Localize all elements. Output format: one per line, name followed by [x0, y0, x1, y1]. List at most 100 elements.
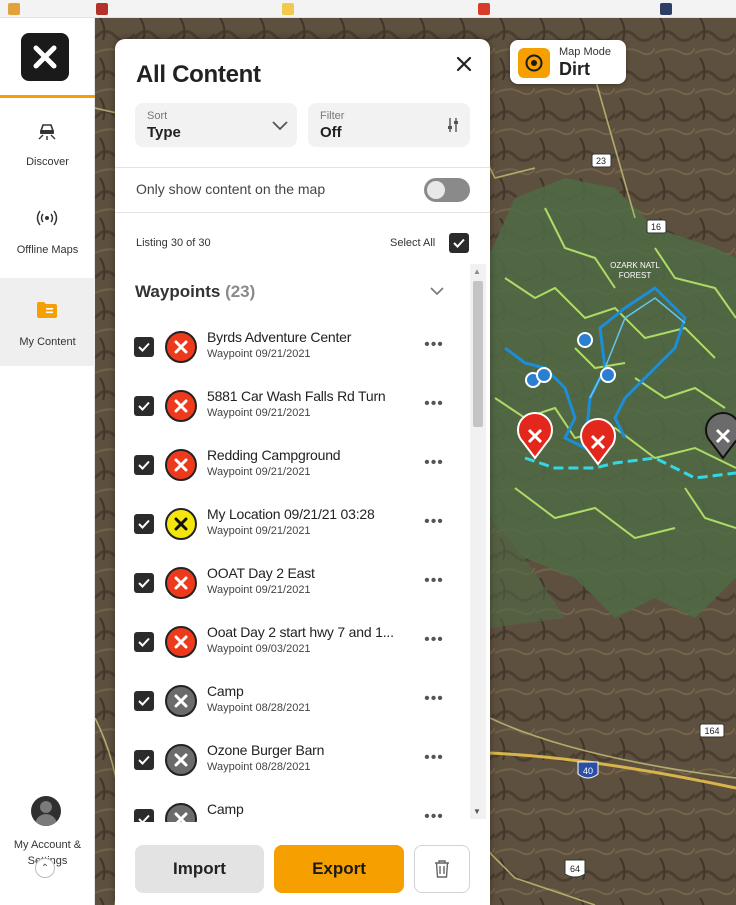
all-content-panel: All Content Sort Type Filter Off Only sh…	[115, 39, 490, 905]
more-options-icon[interactable]: •••	[420, 392, 448, 416]
sort-dropdown[interactable]: Sort Type	[135, 103, 297, 147]
waypoint-name: 5881 Car Wash Falls Rd Turn	[207, 388, 386, 404]
waypoint-row[interactable]: OOAT Day 2 East Waypoint 09/21/2021 •••	[115, 557, 470, 616]
map-marker-blue[interactable]	[600, 367, 616, 383]
waypoint-name: My Location 09/21/21 03:28	[207, 506, 375, 522]
app-logo[interactable]	[21, 33, 69, 81]
waypoint-row[interactable]: Ozone Burger Barn Waypoint 08/28/2021 •••	[115, 734, 470, 793]
scroll-down-arrow[interactable]: ▼	[473, 807, 481, 816]
waypoint-subtitle: Waypoint 09/21/2021	[207, 525, 311, 537]
waypoint-subtitle: Waypoint 09/21/2021	[207, 584, 311, 596]
delete-button[interactable]	[414, 845, 470, 893]
scrollbar-thumb[interactable]	[473, 281, 483, 427]
map-mode-label: Map Mode	[559, 46, 611, 58]
svg-text:40: 40	[583, 766, 593, 776]
more-options-icon[interactable]: •••	[420, 333, 448, 357]
more-options-icon[interactable]: •••	[420, 451, 448, 475]
scroll-up-arrow[interactable]: ▲	[473, 267, 481, 276]
waypoint-row[interactable]: Redding Campground Waypoint 09/21/2021 •••	[115, 439, 470, 498]
bookmark-icon[interactable]	[478, 3, 490, 15]
waypoint-checkbox[interactable]	[134, 691, 154, 711]
select-all-checkbox[interactable]	[449, 233, 469, 253]
import-button[interactable]: Import	[135, 845, 264, 893]
sliders-icon	[448, 118, 458, 132]
waypoint-row[interactable]: Camp •••	[115, 793, 470, 824]
waypoint-subtitle: Waypoint 09/21/2021	[207, 466, 311, 478]
broadcast-signal-icon	[34, 206, 60, 230]
bookmark-icon[interactable]	[282, 3, 294, 15]
svg-text:23: 23	[596, 156, 606, 166]
close-panel-button[interactable]	[453, 53, 475, 75]
bookmark-icon[interactable]	[8, 3, 20, 15]
trash-icon	[435, 860, 449, 878]
more-options-icon[interactable]: •••	[420, 746, 448, 770]
map-marker-blue[interactable]	[577, 332, 593, 348]
waypoint-checkbox[interactable]	[134, 632, 154, 652]
highway-shield-23: 23	[591, 153, 612, 168]
waypoint-row[interactable]: 5881 Car Wash Falls Rd Turn Waypoint 09/2…	[115, 380, 470, 439]
sort-label: Sort	[147, 110, 168, 122]
browser-bookmarks-strip	[0, 0, 736, 18]
waypoint-marker-icon	[165, 626, 197, 658]
waypoint-name: Ozone Burger Barn	[207, 742, 325, 758]
waypoint-marker-icon	[165, 390, 197, 422]
waypoint-subtitle: Waypoint 08/28/2021	[207, 702, 311, 714]
map-mode-value: Dirt	[559, 59, 590, 79]
waypoint-checkbox[interactable]	[134, 337, 154, 357]
bookmark-icon[interactable]	[660, 3, 672, 15]
chevron-down-icon	[272, 121, 288, 131]
highway-shield-16: 16	[646, 219, 667, 234]
only-show-toggle[interactable]	[424, 178, 470, 202]
panel-footer: Import Export	[115, 822, 490, 905]
offroad-vehicle-icon	[34, 118, 60, 142]
scrollbar[interactable]: ▲ ▼	[470, 264, 486, 819]
waypoint-row[interactable]: Ooat Day 2 start hwy 7 and 1... Waypoint …	[115, 616, 470, 675]
filter-dropdown[interactable]: Filter Off	[308, 103, 470, 147]
more-options-icon[interactable]: •••	[420, 628, 448, 652]
waypoint-checkbox[interactable]	[134, 396, 154, 416]
select-all-label: Select All	[390, 237, 436, 249]
chevron-up-icon[interactable]: ⌃	[35, 858, 55, 878]
export-button[interactable]: Export	[274, 845, 404, 893]
waypoint-name: OOAT Day 2 East	[207, 565, 315, 581]
more-options-icon[interactable]: •••	[420, 510, 448, 534]
svg-text:64: 64	[570, 864, 580, 874]
nav-item-my-content[interactable]: My Content	[0, 278, 95, 366]
section-title: Waypoints	[135, 282, 221, 301]
map-mode-button[interactable]: Map Mode Dirt	[510, 40, 626, 84]
chevron-down-icon[interactable]	[428, 282, 446, 300]
avatar[interactable]	[31, 796, 61, 826]
panel-title: All Content	[136, 61, 261, 88]
more-options-icon[interactable]: •••	[420, 687, 448, 711]
forest-label: FOREST	[619, 271, 652, 280]
waypoint-subtitle: Waypoint 09/03/2021	[207, 643, 311, 655]
waypoint-row[interactable]: Byrds Adventure Center Waypoint 09/21/202…	[115, 321, 470, 380]
left-navigation: Discover Offline Maps My Content My Acco…	[0, 18, 95, 905]
close-x-logo-icon	[33, 45, 57, 69]
nav-item-discover[interactable]: Discover	[0, 98, 95, 186]
dirt-mode-icon	[518, 48, 550, 78]
section-header-waypoints: Waypoints (23)	[135, 282, 255, 302]
interstate-shield-40: 40	[577, 761, 599, 779]
content-list[interactable]: Waypoints (23) Byrds Adventure Center Way…	[115, 264, 490, 824]
waypoint-checkbox[interactable]	[134, 573, 154, 593]
nav-item-offline-maps[interactable]: Offline Maps	[0, 186, 95, 274]
highway-shield-164: 164	[699, 723, 725, 738]
more-options-icon[interactable]: •••	[420, 569, 448, 593]
waypoint-checkbox[interactable]	[134, 455, 154, 475]
waypoint-marker-icon	[165, 685, 197, 717]
waypoint-row[interactable]: Camp Waypoint 08/28/2021 •••	[115, 675, 470, 734]
waypoint-name: Byrds Adventure Center	[207, 329, 352, 345]
map-marker-blue[interactable]	[536, 367, 552, 383]
svg-text:164: 164	[704, 726, 719, 736]
waypoint-subtitle: Waypoint 09/21/2021	[207, 407, 311, 419]
waypoint-row[interactable]: My Location 09/21/21 03:28 Waypoint 09/21…	[115, 498, 470, 557]
forest-label: OZARK NATL	[610, 261, 660, 270]
nav-label: Discover	[26, 156, 69, 168]
close-icon	[457, 57, 471, 71]
waypoint-checkbox[interactable]	[134, 750, 154, 770]
waypoint-checkbox[interactable]	[134, 514, 154, 534]
only-show-label: Only show content on the map	[136, 181, 326, 197]
bookmark-icon[interactable]	[96, 3, 108, 15]
waypoint-subtitle: Waypoint 08/28/2021	[207, 761, 311, 773]
